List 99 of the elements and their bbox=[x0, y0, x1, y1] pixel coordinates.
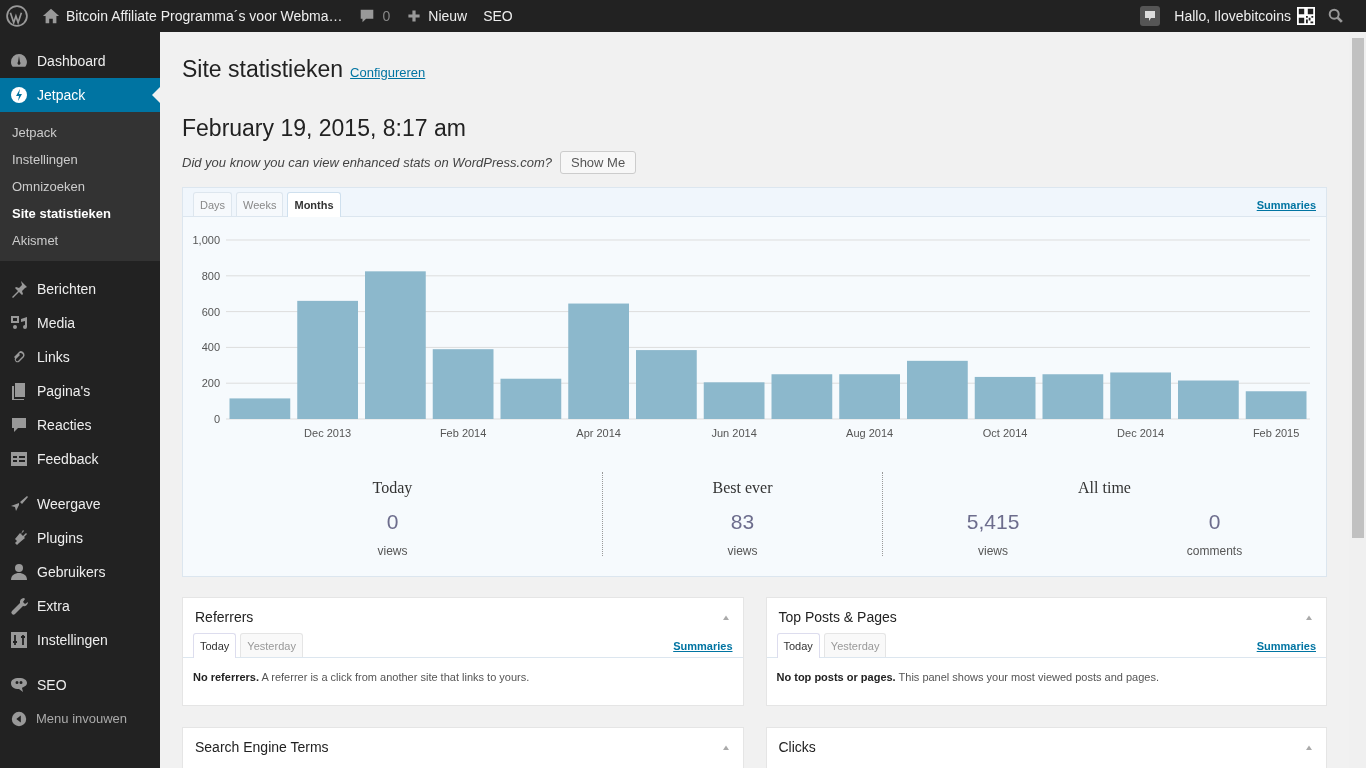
stat-value: 83 bbox=[730, 509, 755, 535]
sidebar-menu-item[interactable]: Instellingen bbox=[0, 623, 160, 657]
sidebar-menu-item[interactable]: Plugins bbox=[0, 521, 160, 555]
panel-title: Search Engine Terms bbox=[195, 738, 329, 757]
configure-link[interactable]: Configureren bbox=[350, 63, 426, 83]
sidebar-menu-item[interactable]: Extra bbox=[0, 589, 160, 623]
stat-value: 0 bbox=[1208, 509, 1221, 535]
submenu-item[interactable]: Site statistieken bbox=[0, 200, 160, 227]
form-icon bbox=[9, 449, 29, 469]
bar[interactable] bbox=[1178, 380, 1239, 419]
empty-message: No referrers. A referrer is a click from another site that links to yours. bbox=[192, 670, 531, 685]
wordpress-logo-icon[interactable] bbox=[6, 5, 28, 27]
y-axis-label: 600 bbox=[201, 305, 220, 318]
submenu-item[interactable]: Akismet bbox=[0, 227, 160, 254]
submenu-item[interactable]: Jetpack bbox=[0, 119, 160, 146]
x-axis-label: Dec 2013 bbox=[304, 427, 352, 439]
stat-label: views bbox=[978, 542, 1009, 560]
bar[interactable] bbox=[365, 271, 426, 419]
stats-period-tab[interactable]: Days bbox=[193, 192, 233, 216]
search-icon[interactable] bbox=[1327, 7, 1345, 25]
bar[interactable] bbox=[297, 300, 358, 419]
panel-title: Clicks bbox=[778, 738, 816, 757]
y-axis-label: 800 bbox=[201, 269, 220, 282]
page-title: Site statistieken bbox=[182, 55, 344, 84]
bar[interactable] bbox=[703, 382, 765, 419]
x-axis-label: Feb 2015 bbox=[1252, 427, 1300, 439]
sidebar-menu-item[interactable]: Gebruikers bbox=[0, 555, 160, 589]
home-icon bbox=[42, 7, 60, 25]
account-menu[interactable]: Hallo, Ilovebitcoins bbox=[1174, 5, 1315, 27]
sidebar-menu-item[interactable]: Berichten bbox=[0, 272, 160, 306]
summaries-link[interactable]: Summaries bbox=[1256, 196, 1316, 213]
stat-label: views bbox=[727, 542, 758, 560]
stat-label: comments bbox=[1186, 542, 1243, 560]
x-axis-label: Dec 2014 bbox=[1117, 427, 1165, 439]
sliders-icon bbox=[9, 630, 29, 650]
summaries-link[interactable]: Summaries bbox=[1256, 637, 1316, 654]
stats-period-tab[interactable]: Weeks bbox=[236, 192, 284, 216]
stat-value: 0 bbox=[386, 509, 399, 535]
sidebar-menu-item[interactable]: Media bbox=[0, 306, 160, 340]
sidebar-menu-item[interactable]: Dashboard bbox=[0, 44, 160, 78]
panel-title: Top Posts & Pages bbox=[778, 608, 897, 627]
wrench-icon bbox=[9, 596, 29, 616]
stat-value: 5,415 bbox=[966, 509, 1020, 535]
sidebar-menu-item[interactable]: Reacties bbox=[0, 408, 160, 442]
highlight-title: Today bbox=[372, 478, 413, 499]
panel-tab[interactable]: Today bbox=[776, 633, 820, 658]
panel-tab[interactable]: Today bbox=[193, 633, 237, 658]
y-axis-label: 400 bbox=[201, 341, 220, 354]
speech-bubble-icon bbox=[9, 415, 29, 435]
submenu-item[interactable]: Omnizoeken bbox=[0, 173, 160, 200]
panel-title: Referrers bbox=[195, 608, 254, 627]
site-home-link[interactable]: Bitcoin Affiliate Programma´s voor Webma… bbox=[34, 0, 351, 32]
promo-text: Did you know you can view enhanced stats on WordPress.com? bbox=[182, 153, 552, 172]
bar[interactable] bbox=[432, 349, 494, 419]
x-axis-label: Feb 2014 bbox=[439, 427, 487, 439]
x-axis-label: Apr 2014 bbox=[576, 427, 621, 439]
active-menu-pointer bbox=[152, 87, 160, 103]
y-axis-label: 1,000 bbox=[192, 234, 220, 246]
notification-icon[interactable] bbox=[1140, 6, 1161, 26]
sidebar-menu-item[interactable]: Weergave bbox=[0, 487, 160, 521]
highlight-title: All time bbox=[1078, 478, 1131, 498]
bar[interactable] bbox=[974, 376, 1036, 419]
stat-label: views bbox=[377, 542, 408, 560]
bar[interactable] bbox=[907, 360, 968, 419]
empty-message: No top posts or pages. This panel shows your most viewed posts and pages. bbox=[775, 670, 1161, 685]
comments-link[interactable]: 0 bbox=[350, 0, 399, 32]
sidebar-menu-item[interactable]: Pagina's bbox=[0, 374, 160, 408]
bar[interactable] bbox=[229, 398, 291, 419]
y-axis-label: 0 bbox=[213, 413, 220, 425]
bar[interactable] bbox=[500, 378, 562, 419]
bar[interactable] bbox=[568, 303, 629, 419]
qr-code-icon bbox=[1297, 7, 1315, 25]
plus-icon bbox=[406, 8, 423, 24]
y-axis-label: 200 bbox=[201, 377, 220, 390]
sidebar-menu-item[interactable]: SEO bbox=[0, 668, 160, 702]
sidebar-menu-item[interactable]: Jetpack bbox=[0, 78, 160, 112]
date-heading: February 19, 2015, 8:17 am bbox=[182, 113, 467, 143]
highlight-title: Best ever bbox=[712, 478, 773, 498]
collapse-menu-button[interactable]: Menu invouwen bbox=[0, 702, 160, 736]
summaries-link[interactable]: Summaries bbox=[673, 637, 733, 654]
sidebar-menu-item[interactable]: Feedback bbox=[0, 442, 160, 476]
x-axis-label: Jun 2014 bbox=[711, 427, 757, 439]
user-icon bbox=[9, 562, 29, 582]
jetpack-icon bbox=[9, 85, 29, 105]
submenu-item[interactable]: Instellingen bbox=[0, 146, 160, 173]
sidebar-menu-item[interactable]: Links bbox=[0, 340, 160, 374]
x-axis-label: Oct 2014 bbox=[982, 427, 1028, 439]
bar[interactable] bbox=[1245, 391, 1307, 419]
bar[interactable] bbox=[1110, 372, 1171, 419]
new-menu[interactable]: Nieuw bbox=[398, 0, 476, 32]
bar[interactable] bbox=[839, 374, 900, 419]
stats-period-tab[interactable]: Months bbox=[287, 192, 341, 217]
seo-icon bbox=[9, 675, 29, 695]
x-axis-label: Aug 2014 bbox=[846, 427, 894, 439]
bar[interactable] bbox=[636, 350, 697, 419]
bar[interactable] bbox=[1042, 374, 1104, 419]
seo-menu[interactable]: SEO bbox=[475, 5, 521, 27]
show-me-button[interactable]: Show Me bbox=[559, 151, 637, 174]
bar[interactable] bbox=[771, 374, 833, 419]
